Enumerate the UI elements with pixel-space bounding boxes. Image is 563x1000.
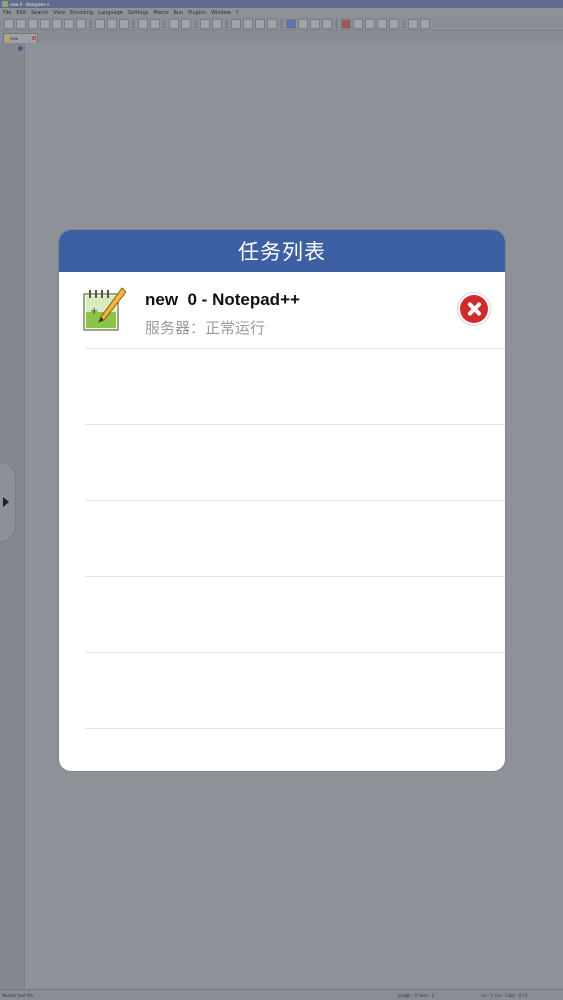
doc-map-icon[interactable] [286, 18, 296, 29]
menu-settings[interactable]: Settings [128, 10, 149, 16]
close-task-button[interactable] [457, 292, 491, 326]
task-name: new 0 - Notepad++ [145, 290, 300, 309]
chevron-right-icon [3, 497, 9, 507]
app-icon [2, 1, 8, 7]
menu-run[interactable]: Run [174, 10, 184, 16]
toolbar-separator [336, 18, 337, 29]
toolbar [0, 17, 563, 31]
indent-guide-icon[interactable] [267, 18, 277, 29]
toolbar-separator [403, 18, 404, 29]
function-list-icon[interactable] [298, 18, 308, 29]
task-list-popover: 任务列表 + new 0 - Notepad++ 服务器：正常运行 [59, 230, 505, 771]
save-all-icon[interactable] [40, 18, 50, 29]
monitor-icon[interactable] [322, 18, 332, 29]
menu-view[interactable]: View [53, 10, 65, 16]
plugin-icon[interactable] [420, 18, 430, 29]
spellcheck-icon[interactable] [408, 18, 418, 29]
side-panel-handle[interactable] [0, 462, 16, 542]
toolbar-separator [195, 18, 196, 29]
undo-icon[interactable] [138, 18, 148, 29]
zoom-in-icon[interactable] [200, 18, 210, 29]
open-file-icon[interactable] [16, 18, 26, 29]
play-macro-icon[interactable] [365, 18, 375, 29]
popover-header: 任务列表 [59, 230, 505, 272]
zoom-out-icon[interactable] [212, 18, 222, 29]
close-all-icon[interactable] [64, 18, 74, 29]
popover-title: 任务列表 [238, 240, 326, 264]
tab-close-icon[interactable] [32, 36, 36, 40]
toolbar-separator [226, 18, 227, 29]
svg-text:+: + [90, 306, 98, 317]
new-file-icon[interactable] [4, 18, 14, 29]
empty-list-row [85, 425, 505, 501]
empty-list-row [85, 653, 505, 729]
empty-list-row [85, 577, 505, 653]
find-icon[interactable] [169, 18, 179, 29]
menu-encoding[interactable]: Encoding [70, 10, 93, 16]
menu-language[interactable]: Language [98, 10, 123, 16]
save-icon[interactable] [28, 18, 38, 29]
fold-marker-icon [18, 46, 23, 51]
task-status: 服务器：正常运行 [145, 319, 266, 337]
menu-file[interactable]: File [3, 10, 11, 16]
sync-scroll-icon[interactable] [231, 18, 241, 29]
task-list: + new 0 - Notepad++ 服务器：正常运行 [59, 272, 505, 729]
status-length-lines: length : 0 lines : 1 [398, 992, 435, 998]
record-macro-icon[interactable] [341, 18, 351, 29]
toolbar-separator [90, 18, 91, 29]
cut-icon[interactable] [95, 18, 105, 29]
close-icon [460, 295, 488, 323]
copy-icon[interactable] [107, 18, 117, 29]
status-file-type: Normal text file [2, 992, 34, 998]
document-tab[interactable]: new [3, 33, 38, 43]
empty-list-row [85, 501, 505, 577]
toolbar-separator [164, 18, 165, 29]
document-tab-bar: new [0, 32, 563, 43]
menu-help[interactable]: ? [236, 10, 239, 16]
status-cursor-position: Ln : 1 Col : 1 Sel : 0 | 0 [482, 992, 528, 998]
menu-edit[interactable]: Edit [16, 10, 26, 16]
paste-icon[interactable] [119, 18, 129, 29]
save-macro-icon[interactable] [389, 18, 399, 29]
toolbar-separator [133, 18, 134, 29]
app-titlebar: new 0 - Notepad++ [0, 0, 563, 8]
document-tab-label: new [10, 36, 19, 41]
close-file-icon[interactable] [52, 18, 62, 29]
screen: new 0 - Notepad++ File Edit Search View … [0, 0, 563, 1000]
menu-search[interactable]: Search [31, 10, 48, 16]
menu-window[interactable]: Window [211, 10, 231, 16]
unsaved-file-icon [5, 36, 9, 41]
show-all-chars-icon[interactable] [255, 18, 265, 29]
toolbar-separator [281, 18, 282, 29]
replace-icon[interactable] [181, 18, 191, 29]
task-item[interactable]: + new 0 - Notepad++ 服务器：正常运行 [83, 272, 505, 349]
redo-icon[interactable] [150, 18, 160, 29]
print-icon[interactable] [76, 18, 86, 29]
menu-plugins[interactable]: Plugins [188, 10, 206, 16]
status-bar: Normal text file length : 0 lines : 1 Ln… [0, 989, 563, 1000]
run-macro-multiple-icon[interactable] [377, 18, 387, 29]
menu-bar: File Edit Search View Encoding Language … [0, 8, 563, 17]
notepadpp-icon: + [83, 287, 126, 331]
folder-workspace-icon[interactable] [310, 18, 320, 29]
stop-macro-icon[interactable] [353, 18, 363, 29]
empty-list-row [85, 349, 505, 425]
menu-macro[interactable]: Macro [153, 10, 168, 16]
wrap-icon[interactable] [243, 18, 253, 29]
